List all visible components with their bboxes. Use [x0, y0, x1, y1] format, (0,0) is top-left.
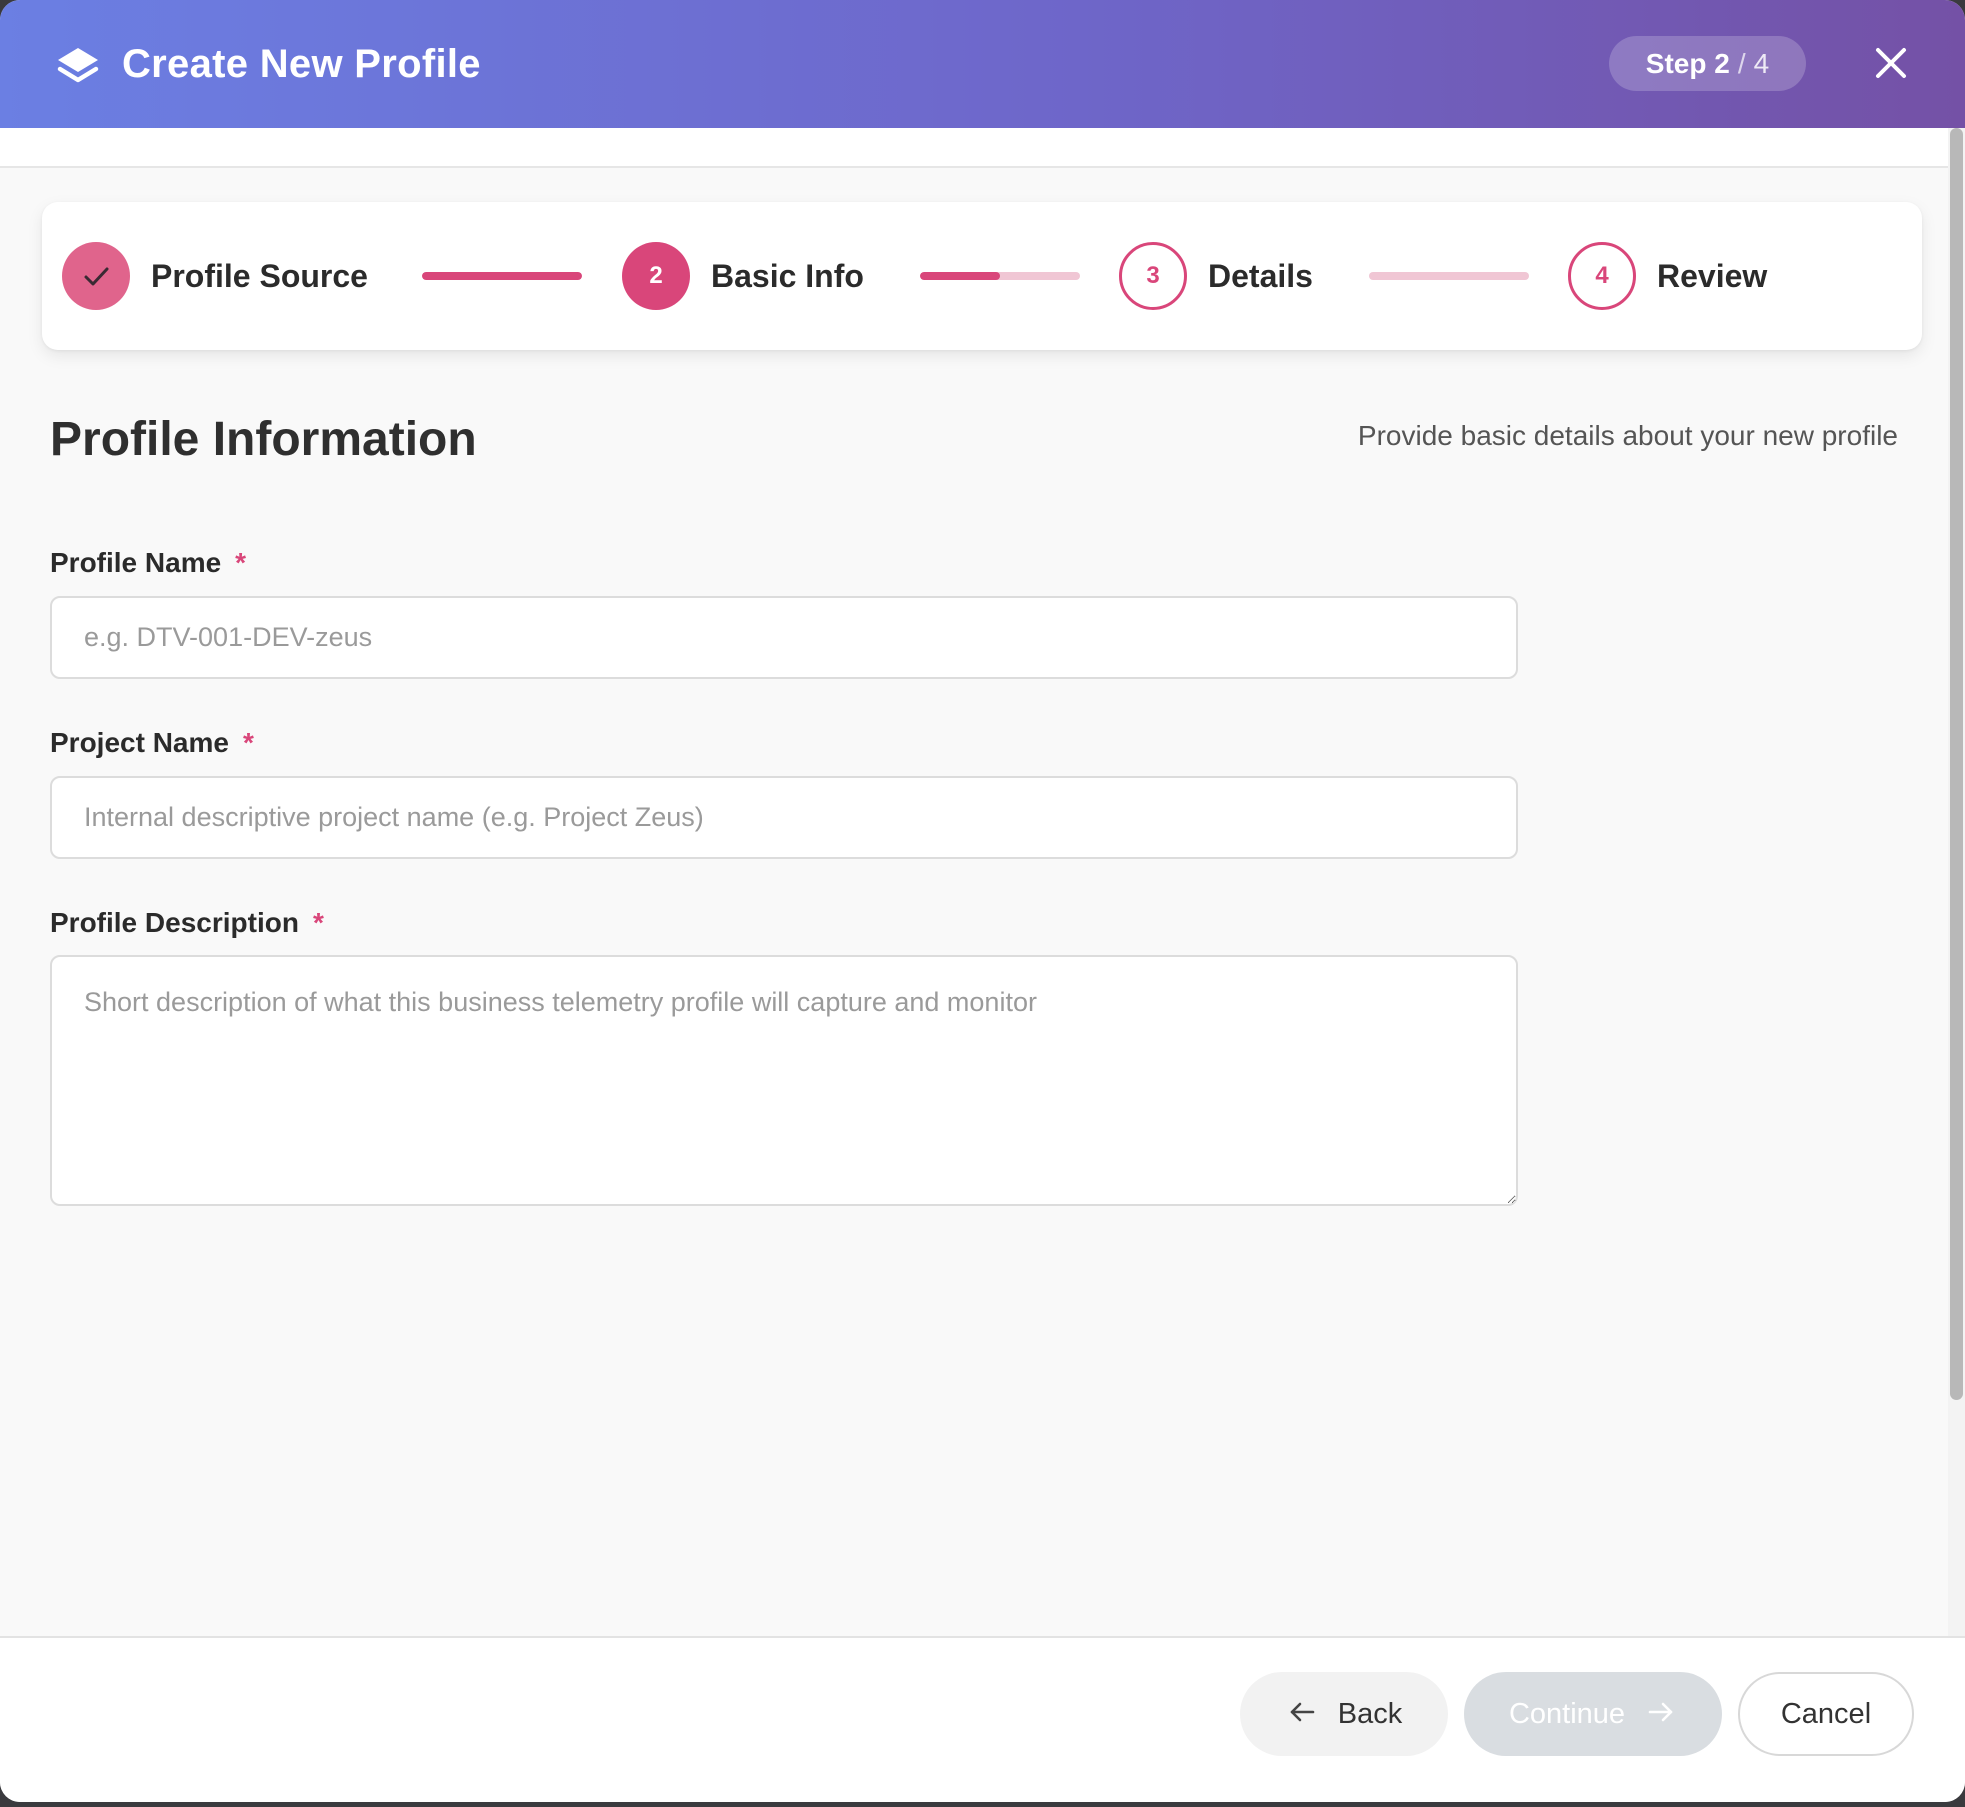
step-word: Step [1645, 48, 1707, 79]
step-current: 2 [1714, 48, 1730, 79]
step-2-label[interactable]: Basic Info [711, 254, 864, 298]
arrow-left-icon [1290, 1703, 1315, 1722]
create-profile-modal: Create New Profile Step 2/4 Profile Sour… [0, 0, 1965, 1802]
project-name-input[interactable] [50, 776, 1518, 859]
step-1-circle[interactable] [62, 242, 130, 310]
continue-button[interactable]: Continue [1464, 1672, 1722, 1756]
required-marker: * [312, 907, 324, 938]
profile-description-textarea[interactable] [50, 955, 1518, 1206]
section-subtitle: Provide basic details about your new pro… [1357, 420, 1898, 451]
header-divider-band [0, 128, 1948, 168]
profile-description-label: Profile Description * [50, 903, 324, 943]
required-marker: * [235, 547, 247, 578]
profile-description-label-text: Profile Description [50, 907, 299, 938]
step-3-circle[interactable]: 3 [1119, 242, 1187, 310]
step-connector-2 [920, 272, 1080, 280]
project-name-label: Project Name * [50, 723, 254, 763]
back-button[interactable]: Back [1240, 1672, 1448, 1756]
step-4-label[interactable]: Review [1657, 254, 1767, 298]
step-counter-badge: Step 2/4 [1609, 36, 1806, 91]
step-connector-1-fill [422, 272, 582, 280]
step-connector-2-fill [920, 272, 1000, 280]
modal-header: Create New Profile Step 2/4 [0, 0, 1965, 128]
step-connector-1 [422, 272, 582, 280]
required-marker: * [242, 727, 254, 758]
profile-name-label-text: Profile Name [50, 547, 222, 578]
arrow-right-icon [1648, 1703, 1673, 1722]
profile-name-label: Profile Name * [50, 543, 246, 583]
check-icon [84, 267, 109, 286]
step-total: 4 [1753, 48, 1770, 79]
close-icon[interactable] [1866, 38, 1916, 88]
step-4-circle[interactable]: 4 [1568, 242, 1636, 310]
layers-icon [57, 48, 99, 83]
modal-title: Create New Profile [122, 42, 481, 86]
step-separator: / [1737, 48, 1746, 79]
scrollbar-thumb[interactable] [1950, 128, 1963, 1400]
modal-footer: Back Continue Cancel [0, 1636, 1965, 1802]
section-title: Profile Information [50, 413, 477, 466]
step-3-label[interactable]: Details [1208, 254, 1313, 298]
window-bottom-edge [0, 1802, 1965, 1807]
profile-name-input[interactable] [50, 596, 1518, 679]
progress-stepper: Profile Source 2 Basic Info 3 Details 4 … [42, 202, 1922, 350]
step-connector-3 [1369, 272, 1529, 280]
continue-button-label: Continue [1508, 1698, 1626, 1730]
step-1-label[interactable]: Profile Source [151, 254, 368, 298]
project-name-label-text: Project Name [50, 727, 229, 758]
step-2-circle[interactable]: 2 [622, 242, 690, 310]
cancel-button[interactable]: Cancel [1738, 1672, 1914, 1756]
back-button-label: Back [1337, 1698, 1403, 1730]
